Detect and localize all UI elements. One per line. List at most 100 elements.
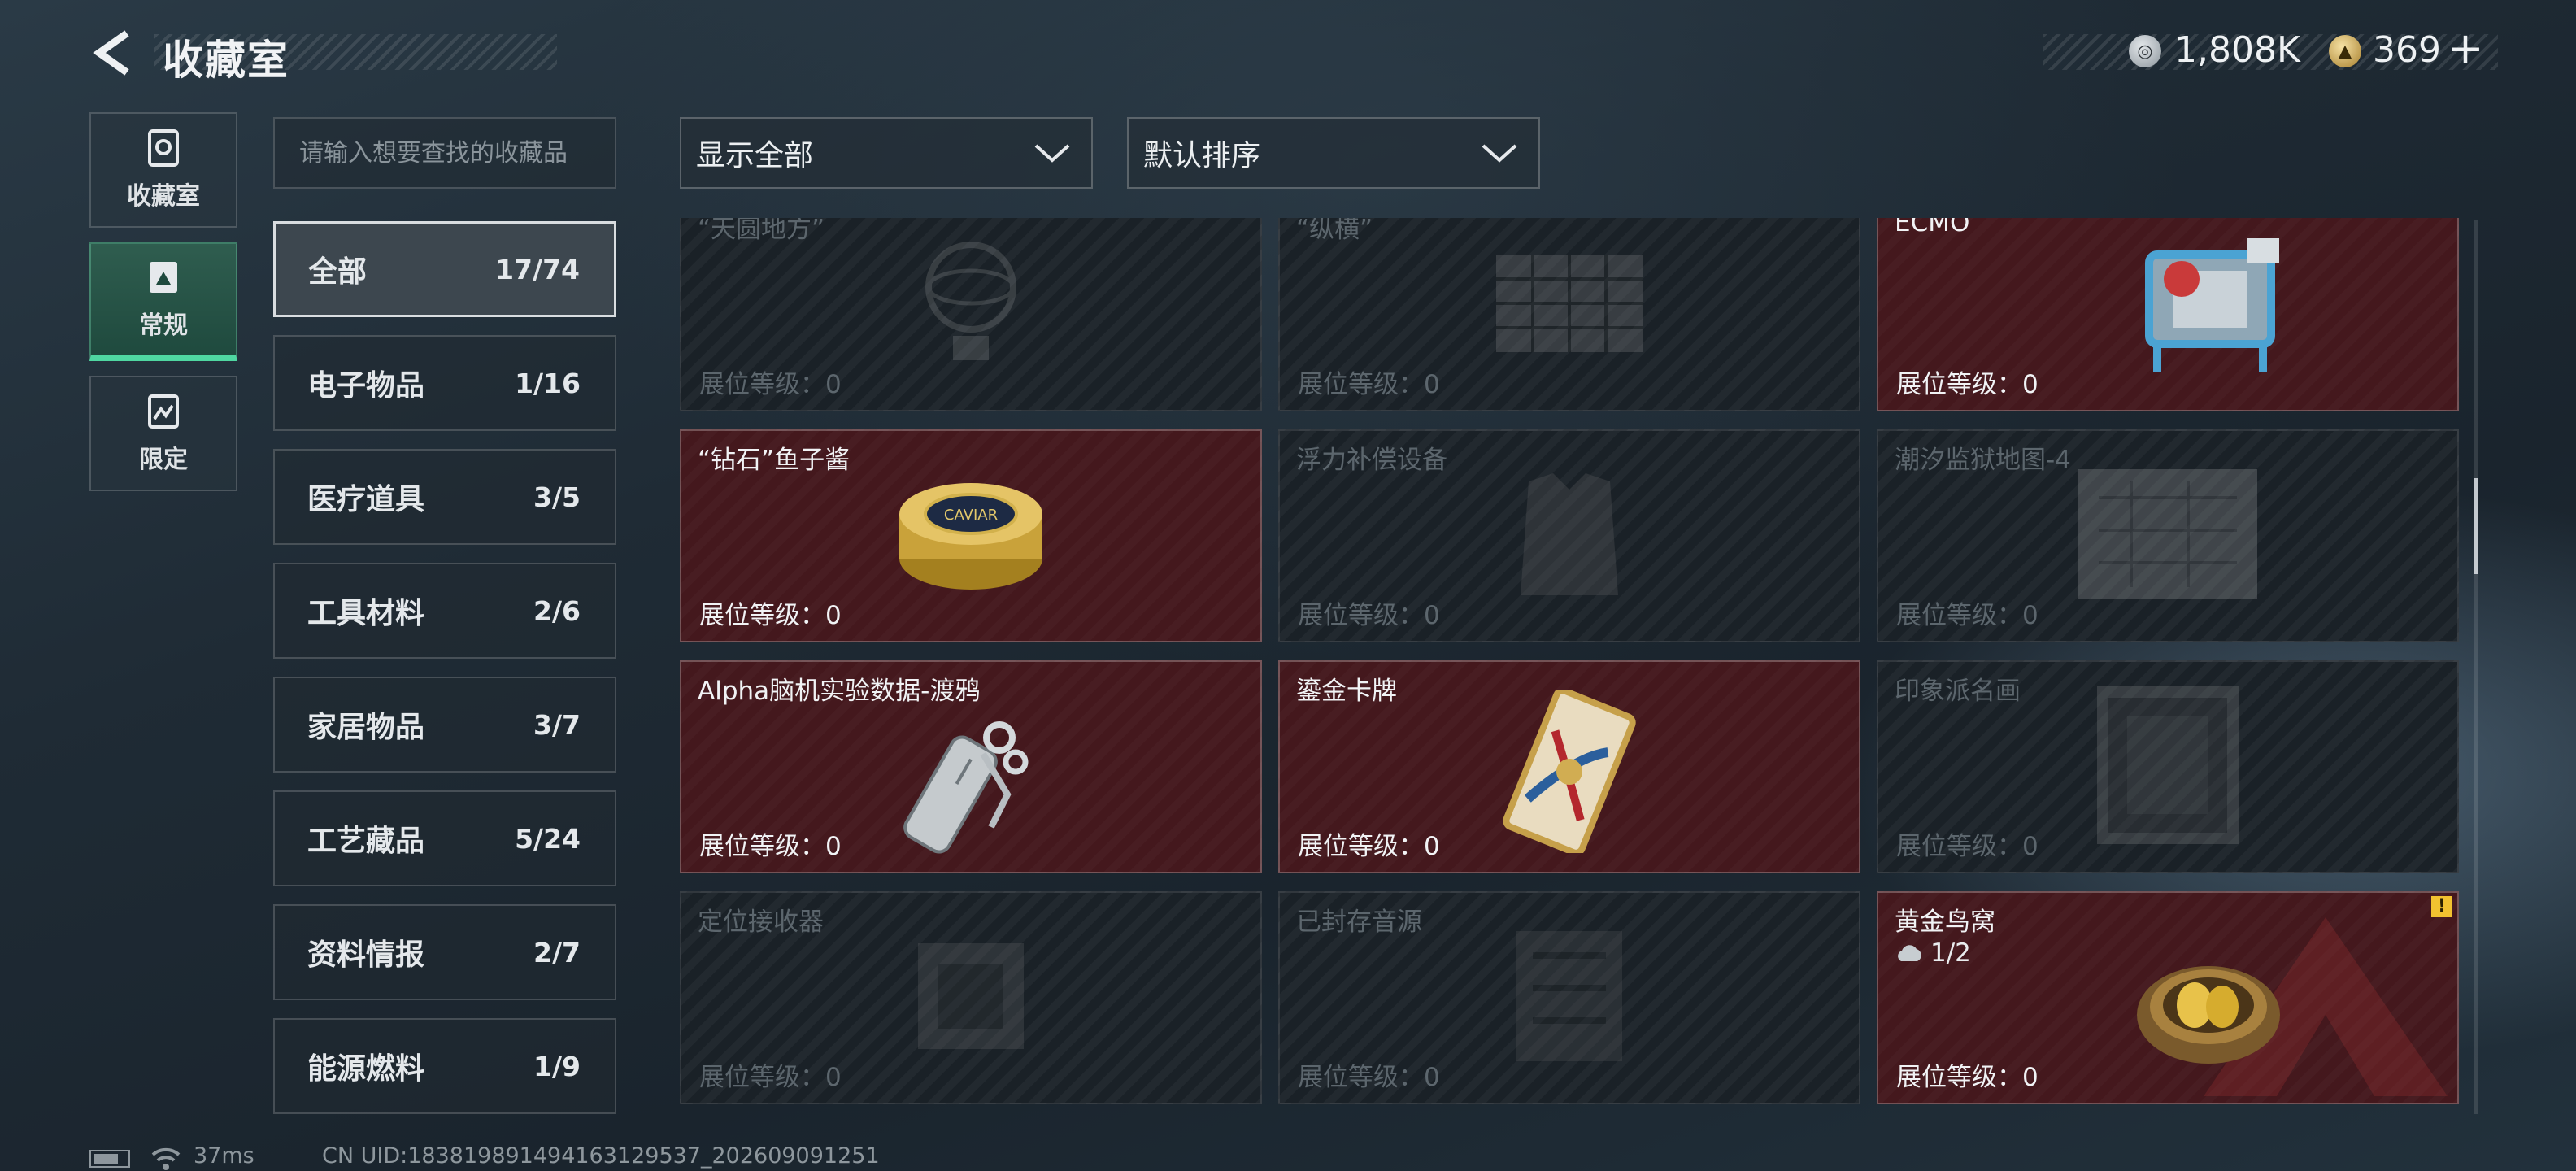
item-level: 展位等级：0: [1896, 1063, 2039, 1092]
item-name: “纵横”: [1296, 218, 1373, 244]
alert-badge: !: [2431, 896, 2452, 917]
item-card-sealed-audio[interactable]: 已封存音源 展位等级：0: [1278, 891, 1860, 1104]
item-name: 鎏金卡牌: [1296, 677, 1397, 706]
rail-label: 收藏室: [127, 182, 200, 211]
category-intel[interactable]: 资料情报 2/7: [273, 904, 616, 1000]
item-progress: 1/2: [1895, 938, 1971, 968]
show-filter-dropdown[interactable]: 显示全部: [680, 117, 1093, 189]
item-card-gilded-card[interactable]: 鎏金卡牌 展位等级：0: [1278, 660, 1860, 873]
category-count: 5/24: [515, 822, 581, 855]
item-card-zongheng[interactable]: “纵横” 展位等级：0: [1278, 218, 1860, 411]
item-card-caviar[interactable]: CAVIAR “钻石”鱼子酱 展位等级：0: [680, 429, 1262, 642]
item-level: 展位等级：0: [699, 1063, 842, 1092]
search-input[interactable]: [273, 117, 616, 189]
item-card-prison-map[interactable]: 潮汐监狱地图-4 展位等级：0: [1877, 429, 2459, 642]
item-name: Alpha脑机实验数据-渡鸦: [698, 677, 981, 706]
playing-card-icon: [1492, 686, 1647, 856]
category-crafts[interactable]: 工艺藏品 5/24: [273, 790, 616, 886]
rail-limited[interactable]: 限定: [89, 376, 237, 491]
category-tools[interactable]: 工具材料 2/6: [273, 563, 616, 659]
category-name: 工具材料: [307, 597, 425, 630]
rail-collection-room[interactable]: 收藏室: [89, 112, 237, 228]
bird-nest-icon: [2131, 942, 2286, 1075]
regular-icon: [144, 258, 183, 297]
category-household[interactable]: 家居物品 3/7: [273, 677, 616, 773]
item-level: 展位等级：0: [699, 601, 842, 630]
chevron-down-icon: [1482, 144, 1517, 163]
item-card-ecmo[interactable]: ECMO 展位等级：0: [1877, 218, 2459, 411]
page-title: 收藏室: [163, 37, 289, 84]
rail-label: 常规: [139, 311, 188, 340]
category-name: 家居物品: [307, 711, 425, 744]
item-name: 印象派名画: [1895, 677, 2021, 706]
category-name: 电子物品: [307, 369, 425, 403]
silver-coin-amount: 1,808K: [2174, 29, 2300, 71]
category-electronics[interactable]: 电子物品 1/16: [273, 335, 616, 431]
collection-room-icon: [144, 128, 183, 168]
gold-gem-amount: 369: [2373, 29, 2441, 71]
collection-grid: “天圆地方” 展位等级：0 “纵横” 展位等级：0 ECMO 展位等级：0 CA…: [672, 218, 2470, 1117]
show-filter-value: 显示全部: [696, 139, 814, 172]
ecmo-icon: [2125, 222, 2304, 388]
category-name: 医疗道具: [307, 483, 425, 516]
item-level: 展位等级：0: [1896, 832, 2039, 861]
item-card-alpha-data[interactable]: Alpha脑机实验数据-渡鸦 展位等级：0: [680, 660, 1262, 873]
circuit-board-icon: [1500, 923, 1638, 1073]
category-count: 1/9: [533, 1050, 581, 1082]
item-name: 黄金鸟窝: [1895, 908, 1995, 937]
painting-icon: [2095, 684, 2241, 850]
item-card-bcd[interactable]: 浮力补偿设备 展位等级：0: [1278, 429, 1860, 642]
vest-icon: [1512, 465, 1626, 607]
globe-icon: [906, 230, 1036, 380]
item-name: “天圆地方”: [698, 218, 825, 244]
category-count: 3/5: [533, 481, 581, 513]
chessboard-icon: [1488, 246, 1651, 363]
ping-text: 37ms: [194, 1143, 255, 1169]
item-name: 潮汐监狱地图-4: [1895, 446, 2071, 475]
wifi-icon: [151, 1147, 181, 1170]
item-name: 浮力补偿设备: [1296, 446, 1447, 475]
item-card-impressionist[interactable]: 印象派名画 展位等级：0: [1877, 660, 2459, 873]
back-arrow-icon: [93, 30, 129, 76]
sort-dropdown[interactable]: 默认排序: [1127, 117, 1540, 189]
category-count: 17/74: [495, 253, 580, 285]
category-name: 能源燃料: [307, 1052, 425, 1086]
uid-text: CN UID:18381989149416312953​7_2026090912…: [322, 1143, 880, 1169]
item-card-golden-nest[interactable]: 黄金鸟窝 1/2 ! 展位等级：0: [1877, 891, 2459, 1104]
item-name: 已封存音源: [1296, 908, 1422, 937]
category-medical[interactable]: 医疗道具 3/5: [273, 449, 616, 545]
item-level: 展位等级：0: [1298, 370, 1440, 399]
item-level: 展位等级：0: [699, 832, 842, 861]
category-energy[interactable]: 能源燃料 1/9: [273, 1018, 616, 1114]
rail-label: 限定: [139, 446, 188, 474]
category-name: 工艺藏品: [307, 825, 425, 858]
category-name: 全部: [308, 255, 368, 289]
cloud-icon: [1898, 945, 1921, 961]
item-card-tianyuan[interactable]: “天圆地方” 展位等级：0: [680, 218, 1262, 411]
category-count: 2/7: [533, 936, 581, 969]
item-progress-value: 1/2: [1930, 938, 1971, 968]
map-icon: [2074, 465, 2261, 607]
item-level: 展位等级：0: [1298, 832, 1440, 861]
chevron-down-icon: [1034, 144, 1070, 163]
rail-regular[interactable]: 常规: [89, 242, 237, 361]
receiver-icon: [902, 927, 1040, 1069]
gold-gem-icon: ▲: [2329, 35, 2361, 67]
item-name: “钻石”鱼子酱: [698, 446, 851, 475]
scrollbar-track[interactable]: [2474, 220, 2478, 1114]
battery-icon: [89, 1150, 130, 1168]
item-level: 展位等级：0: [1896, 601, 2039, 630]
item-level: 展位等级：0: [1298, 1063, 1440, 1092]
back-button[interactable]: [85, 24, 141, 81]
category-count: 3/7: [533, 708, 581, 741]
scrollbar-thumb[interactable]: [2474, 478, 2478, 574]
category-count: 2/6: [533, 594, 581, 627]
usb-drive-icon: [894, 705, 1048, 863]
category-all[interactable]: 全部 17/74: [273, 221, 616, 317]
add-currency-button[interactable]: +: [2443, 24, 2488, 73]
item-level: 展位等级：0: [1896, 370, 2039, 399]
sort-value: 默认排序: [1143, 139, 1261, 172]
item-name: ECMO: [1895, 218, 1970, 237]
item-name: 定位接收器: [698, 908, 824, 937]
item-card-receiver[interactable]: 定位接收器 展位等级：0: [680, 891, 1262, 1104]
